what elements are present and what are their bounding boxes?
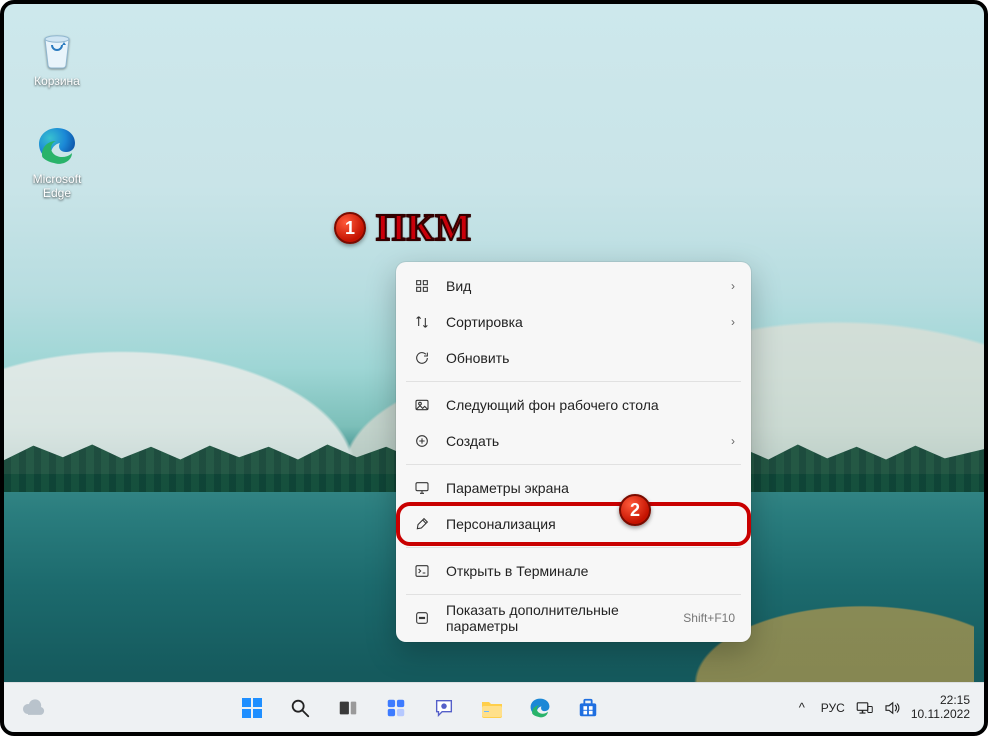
volume-icon <box>883 699 901 717</box>
taskbar-task-view-button[interactable] <box>327 687 369 729</box>
desktop-icon-label: Корзина <box>20 74 94 88</box>
file-explorer-icon <box>480 697 504 719</box>
context-menu-item-label: Показать дополнительные параметры <box>446 602 673 634</box>
annotation-badge-1: 1 <box>334 212 366 244</box>
context-menu-item[interactable]: Сортировка› <box>402 304 745 340</box>
taskbar-clock[interactable]: 22:15 10.11.2022 <box>911 694 970 722</box>
tray-network-button[interactable] <box>855 699 873 717</box>
context-menu-item[interactable]: Параметры экрана <box>402 470 745 506</box>
grid-icon <box>412 276 432 296</box>
clock-date: 10.11.2022 <box>911 708 970 722</box>
start-button[interactable] <box>231 687 273 729</box>
tray-overflow-button[interactable]: ^ <box>793 699 811 717</box>
microsoft-store-icon <box>577 697 599 719</box>
annotation-pkm-label: ПКМ <box>376 206 472 250</box>
system-tray: ^ РУС 22:15 10.11. <box>779 683 984 732</box>
chevron-right-icon: › <box>731 315 735 329</box>
taskbar-center <box>62 687 779 729</box>
desktop-icon-recycle-bin[interactable]: Корзина <box>20 26 94 88</box>
plus-circle-icon <box>412 431 432 451</box>
task-view-icon <box>337 697 359 719</box>
annotation-badge-2: 2 <box>619 494 651 526</box>
context-menu-separator <box>406 381 741 382</box>
context-menu-item-label: Вид <box>446 278 731 294</box>
sort-icon <box>412 312 432 332</box>
tray-language-button[interactable]: РУС <box>821 701 845 715</box>
desktop-icon-label: Microsoft Edge <box>20 172 94 200</box>
taskbar-explorer-button[interactable] <box>471 687 513 729</box>
tray-volume-button[interactable] <box>883 699 901 717</box>
taskbar-chat-button[interactable] <box>423 687 465 729</box>
context-menu-shortcut: Shift+F10 <box>683 611 735 625</box>
taskbar-weather-widget[interactable] <box>12 687 54 729</box>
taskbar-search-button[interactable] <box>279 687 321 729</box>
context-menu-item-label: Обновить <box>446 350 735 366</box>
context-menu-item-label: Открыть в Терминале <box>446 563 735 579</box>
recycle-bin-icon <box>35 26 79 70</box>
desktop-icon-edge[interactable]: Microsoft Edge <box>20 124 94 200</box>
widgets-icon <box>385 697 407 719</box>
search-icon <box>289 697 311 719</box>
refresh-icon <box>412 348 432 368</box>
taskbar-store-button[interactable] <box>567 687 609 729</box>
network-icon <box>855 699 873 717</box>
context-menu-item-label: Создать <box>446 433 731 449</box>
desktop-context-menu: Вид›Сортировка›ОбновитьСледующий фон раб… <box>396 262 751 642</box>
context-menu-item[interactable]: Следующий фон рабочего стола <box>402 387 745 423</box>
context-menu-separator <box>406 547 741 548</box>
taskbar-edge-button[interactable] <box>519 687 561 729</box>
context-menu-item-label: Персонализация <box>446 516 735 532</box>
context-menu-item[interactable]: Открыть в Терминале <box>402 553 745 589</box>
context-menu-item-label: Сортировка <box>446 314 731 330</box>
next-bg-icon <box>412 395 432 415</box>
desktop-wallpaper[interactable]: Корзина Microsoft Edge <box>4 4 984 732</box>
edge-icon <box>35 124 79 168</box>
cloud-icon <box>21 696 45 720</box>
edge-icon <box>529 697 551 719</box>
more-icon <box>412 608 432 628</box>
chevron-right-icon: › <box>731 279 735 293</box>
context-menu-item[interactable]: Показать дополнительные параметры Shift+F… <box>402 600 745 636</box>
context-menu-item[interactable]: Создать› <box>402 423 745 459</box>
context-menu-item[interactable]: Персонализация <box>402 506 745 542</box>
context-menu-item[interactable]: Вид› <box>402 268 745 304</box>
chevron-right-icon: › <box>731 434 735 448</box>
context-menu-item-label: Параметры экрана <box>446 480 735 496</box>
context-menu-item-label: Следующий фон рабочего стола <box>446 397 735 413</box>
context-menu-separator <box>406 464 741 465</box>
display-icon <box>412 478 432 498</box>
taskbar-widgets-button[interactable] <box>375 687 417 729</box>
screenshot-frame: Корзина Microsoft Edge <box>0 0 988 736</box>
taskbar: ^ РУС 22:15 10.11. <box>4 682 984 732</box>
annotation-pkm: 1 ПКМ <box>334 206 472 250</box>
windows-logo-icon <box>240 696 264 720</box>
brush-icon <box>412 514 432 534</box>
context-menu-separator <box>406 594 741 595</box>
terminal-icon <box>412 561 432 581</box>
clock-time: 22:15 <box>911 694 970 708</box>
chat-icon <box>433 697 455 719</box>
context-menu-item[interactable]: Обновить <box>402 340 745 376</box>
